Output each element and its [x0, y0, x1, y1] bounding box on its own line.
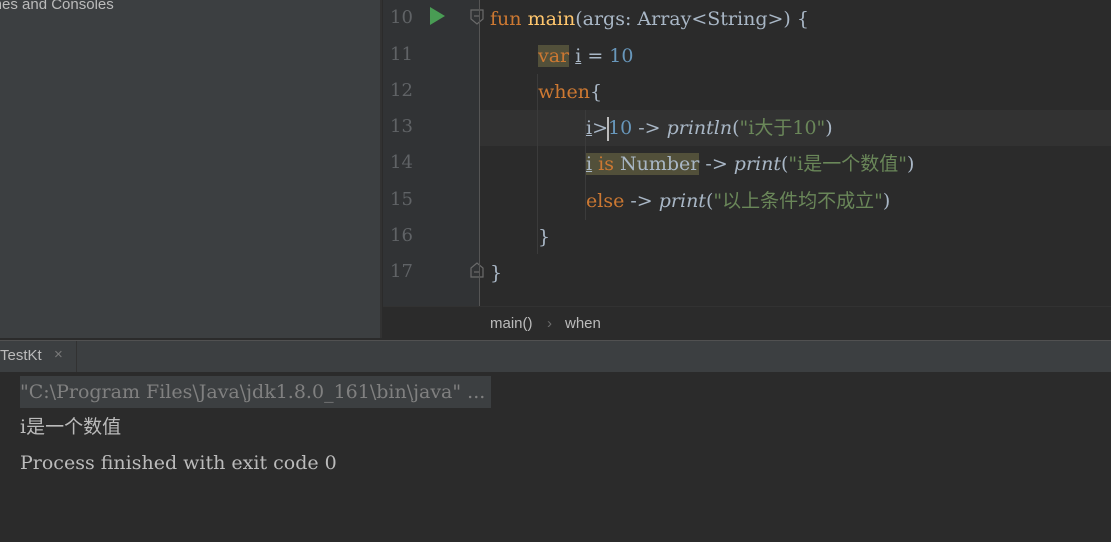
line-number: 14	[390, 152, 413, 173]
code-line-10: fun main(args: Array<String>) {	[490, 1, 809, 37]
gutter-divider	[479, 0, 480, 306]
function-call: print	[658, 190, 706, 212]
line-number: 15	[390, 189, 413, 210]
keyword: is	[592, 153, 614, 175]
paren: )	[906, 153, 915, 175]
keyword: var	[538, 45, 570, 67]
code-line-12: when{	[538, 74, 602, 110]
function-call: println	[666, 117, 733, 139]
number-literal: 10	[608, 117, 633, 139]
console-command-line[interactable]: "C:\Program Files\Java\jdk1.8.0_161\bin\…	[20, 376, 492, 408]
line-number: 13	[390, 116, 413, 137]
paren: )	[825, 117, 833, 139]
paren: )	[882, 190, 891, 212]
run-console[interactable]: "C:\Program Files\Java\jdk1.8.0_161\bin\…	[0, 372, 1111, 542]
debug-panel: tches and Consoles	[0, 0, 383, 338]
code-text: }	[490, 262, 503, 284]
line-number: 17	[390, 261, 413, 282]
fold-collapse-icon[interactable]	[469, 9, 485, 25]
operator: =	[581, 45, 610, 67]
line-number: 11	[390, 44, 413, 65]
run-tool-window-tabs: TestKt ×	[0, 340, 1111, 372]
operator: >	[592, 117, 608, 139]
breadcrumb-item-main[interactable]: main()	[490, 315, 533, 332]
code-line-16: }	[538, 219, 550, 255]
code-line-14: i is Number -> print("i是一个数值")	[586, 146, 914, 182]
editor-gutter: 10 11 12 13 14 15 16 17	[383, 0, 484, 306]
code-line-17: }	[490, 255, 502, 291]
code-text: }	[538, 226, 551, 248]
code-line-15: else -> print("以上条件均不成立")	[586, 183, 890, 219]
breadcrumb: main() › when	[383, 306, 1111, 339]
line-number: 10	[390, 7, 413, 28]
function-name: main	[527, 8, 576, 30]
chevron-right-icon: ›	[547, 315, 552, 332]
function-call: print	[733, 153, 781, 175]
fold-end-icon[interactable]	[469, 262, 485, 278]
console-output-line: i是一个数值	[20, 416, 122, 438]
code-line-13: i>10 -> println("i大于10")	[586, 110, 833, 146]
string-literal: "以上条件均不成立"	[713, 190, 883, 212]
run-icon[interactable]	[430, 7, 445, 25]
keyword: when	[538, 81, 590, 103]
panel-border[interactable]	[380, 0, 382, 338]
tab-testkt[interactable]: TestKt ×	[0, 341, 77, 372]
console-output-line: Process finished with exit code 0	[20, 452, 337, 474]
close-icon[interactable]: ×	[54, 346, 63, 363]
keyword: fun	[490, 8, 522, 30]
code-line-11: var i = 10	[538, 38, 633, 74]
string-literal: "i是一个数值"	[788, 153, 907, 175]
code-text: {	[589, 81, 603, 103]
string-literal: "i大于10"	[739, 117, 826, 139]
type-name: Number	[613, 153, 700, 175]
arrow: ->	[632, 117, 667, 139]
breadcrumb-item-when[interactable]: when	[565, 315, 601, 332]
code-editor[interactable]: 10 11 12 13 14 15 16 17 fun main(args: A…	[383, 0, 1111, 306]
panel-title: tches and Consoles	[0, 0, 114, 13]
line-number: 12	[390, 80, 413, 101]
number-literal: 10	[609, 45, 634, 67]
tab-label: TestKt	[0, 347, 42, 364]
arrow: ->	[624, 190, 659, 212]
paren: (	[732, 117, 740, 139]
line-number: 16	[390, 225, 413, 246]
code-text: (args: Array<String>) {	[575, 8, 809, 30]
arrow: ->	[699, 153, 734, 175]
keyword: else	[586, 190, 625, 212]
